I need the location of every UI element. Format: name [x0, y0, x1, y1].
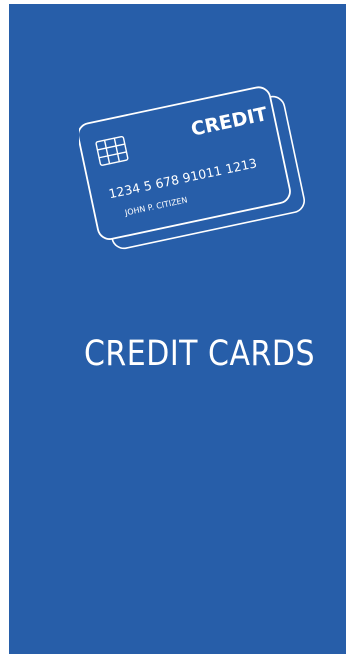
credit-card-illustration: CREDIT 1234 5 678 91011 1213 JOHN P. CIT… — [79, 62, 309, 252]
page-title: CREDIT CARDS — [83, 334, 315, 375]
credit-card-icon: CREDIT 1234 5 678 91011 1213 JOHN P. CIT… — [79, 86, 305, 250]
screen: CREDIT 1234 5 678 91011 1213 JOHN P. CIT… — [9, 4, 346, 654]
